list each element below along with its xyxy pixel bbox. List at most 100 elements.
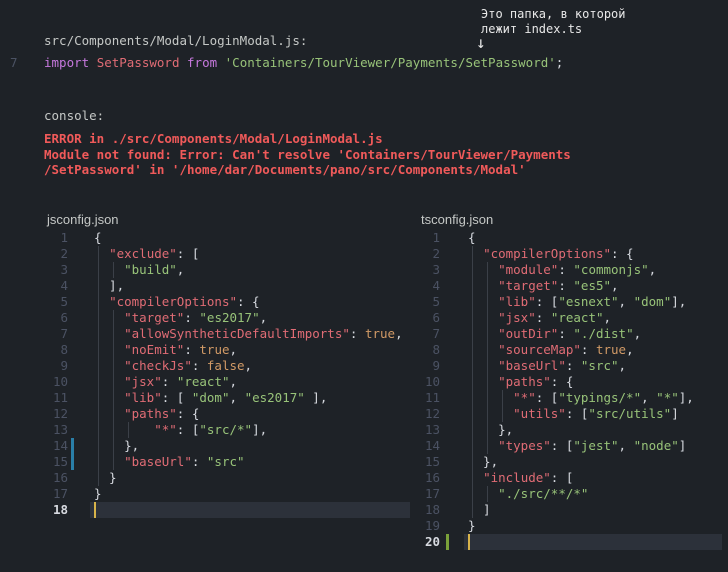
git-change-marker [446,534,449,550]
code-token: "module" [498,262,559,277]
code-token: "src/*" [199,422,253,437]
code-token: "baseUrl" [498,358,566,373]
line-number: 1 [432,230,440,245]
code-line: } [94,470,117,486]
line-number: 10 [52,374,68,389]
code-token: : [184,310,200,325]
console-label: console: [44,108,105,123]
code-line: "module": "commonjs", [468,262,656,278]
line-number: 16 [52,470,68,485]
line-number: 4 [60,278,68,293]
code-token: } [94,486,102,501]
code-token: "jsx" [498,310,536,325]
code-line: "compilerOptions": { [468,246,634,262]
code-token: : [349,326,365,341]
tsconfig-editor[interactable]: 1{2 "compilerOptions": {3 "module": "com… [400,230,728,560]
line-number: 19 [424,518,440,533]
jsconfig-filename: jsconfig.json [47,212,119,227]
line-number: 13 [424,422,440,437]
code-line: "jsx": "react", [468,310,611,326]
line-number: 18 [424,502,440,517]
code-token: "compilerOptions" [483,246,611,261]
annotation-line-2: лежит index.ts [481,22,583,36]
code-token: "esnext" [558,294,619,309]
code-token: : [ [176,246,200,261]
line-number: 2 [60,246,68,261]
code-line: "lib": [ "dom", "es2017" ], [94,390,327,406]
code-token: ], [671,294,687,309]
git-change-marker [71,454,74,470]
code-token: , [229,390,245,405]
code-token: "src" [580,358,619,373]
line-number: 14 [52,438,68,453]
code-token: "./src/**/*" [498,486,589,501]
code-token: : [ [176,422,200,437]
code-token: , [626,342,634,357]
code-token: "./dist" [573,326,634,341]
code-line: ] [468,502,491,518]
line-number: 12 [52,406,68,421]
code-line: "allowSyntheticDefaultImports": true, [94,326,402,342]
line-number: 12 [424,406,440,421]
line-number: 10 [424,374,440,389]
code-token: : [ [550,438,574,453]
code-line: "jsx": "react", [94,374,237,390]
jsconfig-editor[interactable]: 1{2 "exclude": [3 "build", 4 ], 5 "compile… [0,230,410,530]
code-token: : [535,310,551,325]
code-token: "*" [656,390,679,405]
code-token: "include" [483,470,551,485]
code-line: "*": ["typings/*", "*"], [468,390,694,406]
down-arrow-icon: ↓ [476,33,486,52]
code-token: : [191,358,207,373]
code-token: "target" [498,278,559,293]
code-line: "utils": ["src/utils"] [468,406,679,422]
line-number: 17 [424,486,440,501]
code-token: "noEmit" [124,342,185,357]
code-token: ] [678,438,687,453]
code-token: "exclude" [109,246,177,261]
module-path: 'Containers/TourViewer/Payments/SetPassw… [224,55,556,70]
code-token: : { [176,406,200,421]
code-token: "outDir" [498,326,559,341]
code-token: "types" [498,438,551,453]
code-token: : [558,326,574,341]
line-number: 2 [432,246,440,261]
code-line: }, [94,438,139,454]
code-token: : [565,358,581,373]
code-token: , [244,358,253,373]
code-token: , [259,310,268,325]
code-token: , [603,310,612,325]
line-number: 15 [424,454,440,469]
code-token: : { [550,374,574,389]
code-token: ], [94,278,125,293]
code-line: { [94,230,102,246]
code-token: : { [611,246,634,261]
code-token: "checkJs" [124,358,192,373]
code-line: }, [468,454,498,470]
import-keyword: import [44,55,90,70]
code-line: "include": [ [468,470,573,486]
code-token: true [595,342,627,357]
code-line: "baseUrl": "src", [468,358,626,374]
code-token: "jest" [573,438,619,453]
code-line: "build", [94,262,184,278]
code-token: "jsx" [124,374,162,389]
code-token: ] [671,406,679,421]
code-token: , [229,342,238,357]
code-token: "react" [550,310,604,325]
line-number: 8 [432,342,440,357]
code-line: "paths": { [468,374,573,390]
code-token: , [229,374,238,389]
error-line-1: ERROR in ./src/Components/Modal/LoginMod… [44,131,383,146]
code-token: "*" [513,390,536,405]
code-token: true [199,342,230,357]
